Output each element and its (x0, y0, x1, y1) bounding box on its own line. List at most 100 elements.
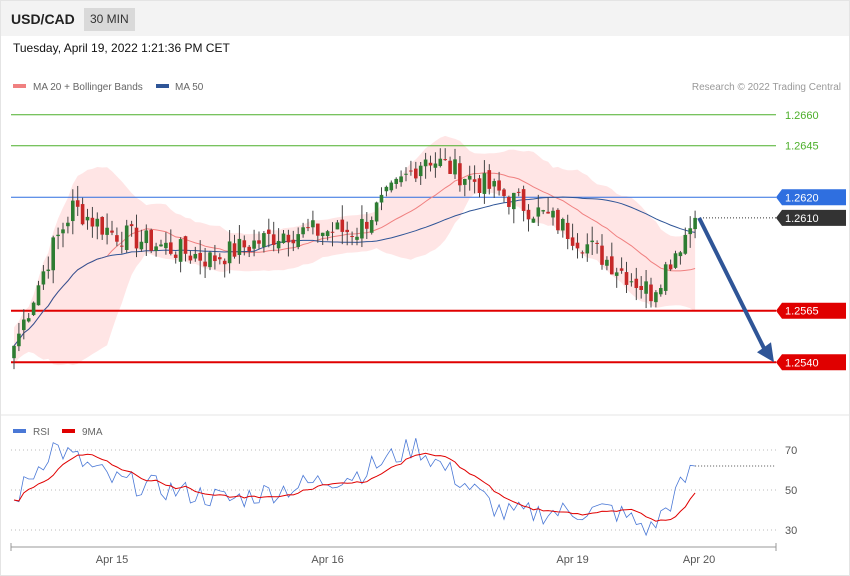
candle-body (580, 252, 585, 254)
candle-body (678, 252, 683, 257)
candle-body (325, 231, 330, 237)
level-label-1.2660: 1.2660 (785, 110, 819, 122)
rsi-legend-label: RSI (33, 427, 50, 438)
rsi-line (13, 438, 696, 537)
candle-body (296, 234, 300, 247)
ma50-legend-swatch (156, 84, 169, 88)
candle-body (350, 236, 354, 238)
candle-body (487, 170, 492, 189)
candle-body (570, 237, 575, 246)
candle-body (379, 194, 384, 203)
rsi-tick-label-50: 50 (785, 485, 797, 497)
candle-body (188, 255, 193, 261)
candle-body (247, 246, 251, 252)
candle-body (22, 319, 26, 331)
candle-body (565, 222, 570, 239)
candle-body (46, 269, 51, 272)
candle-body (340, 219, 345, 232)
candle-body (668, 264, 673, 270)
candle-body (139, 241, 144, 250)
candle-body (399, 176, 403, 183)
candle-body (673, 253, 678, 268)
candle-body (453, 159, 457, 175)
price-chart: 1.2660 1.2645 1.2620 1.2610 1.2565 1.2540 MA … (1, 82, 849, 566)
candle-body (227, 241, 232, 264)
candle-body (271, 234, 276, 245)
candle-body (218, 257, 222, 260)
candle-body (41, 271, 46, 285)
candle-body (75, 200, 80, 207)
candle-body (467, 175, 472, 180)
candle-body (404, 173, 408, 175)
candle-body (428, 162, 433, 166)
candle-body (144, 230, 149, 244)
candle-body (12, 345, 16, 359)
candle-body (105, 227, 109, 235)
candle-body (345, 229, 349, 233)
candle-body (164, 242, 168, 249)
candle-body (80, 204, 85, 225)
forecast-arrow-layer (697, 217, 774, 363)
ma20-legend-swatch (13, 84, 26, 88)
candle-body (551, 210, 555, 218)
candle-body (306, 227, 310, 229)
candle-body (51, 237, 55, 271)
candle-body (526, 209, 531, 220)
level-labels-layer: 1.2660 1.2645 1.2620 1.2610 1.2565 1.2540 (776, 110, 846, 371)
candle-body (208, 252, 212, 268)
x-tick-label-Apr-16: Apr 16 (311, 554, 343, 566)
candle-body (649, 284, 653, 302)
candle-body (541, 210, 545, 212)
bollinger-band-layer (14, 135, 696, 366)
x-axis: Apr 15 Apr 16 Apr 19 Apr 20 (10, 543, 777, 566)
candle-body (663, 264, 668, 291)
rsi-ma9-line (13, 452, 696, 522)
candle-body (237, 238, 242, 255)
candle-body (463, 178, 467, 185)
ma9-legend-label: 9MA (82, 427, 103, 438)
candle-body (66, 222, 70, 227)
candle-body (556, 209, 560, 231)
candle-body (360, 218, 364, 239)
candle-body (31, 302, 36, 316)
candle-body (173, 254, 178, 258)
candle-body (521, 189, 526, 211)
candle-body (600, 245, 604, 265)
candle-body (213, 255, 217, 262)
ma50-legend-label: MA 50 (175, 82, 204, 93)
candle-body (546, 211, 550, 214)
candle-body (443, 159, 447, 161)
candle-body (26, 318, 31, 322)
candle-body (85, 216, 90, 221)
candle-body (365, 221, 369, 229)
candle-body (414, 168, 418, 179)
level-label-1.2610: 1.2610 (785, 213, 819, 225)
candle-body (252, 240, 256, 249)
forecast-arrow-shaft (697, 217, 768, 354)
candle-body (100, 216, 104, 235)
candle-body (389, 182, 394, 191)
candle-body (71, 200, 75, 222)
candle-body (477, 178, 482, 193)
candle-body (575, 242, 580, 249)
candle-body (120, 245, 124, 247)
candle-body (178, 239, 183, 262)
candle-body (335, 222, 340, 230)
candle-body (159, 244, 163, 247)
candle-body (497, 180, 501, 191)
candle-body (693, 217, 697, 230)
candle-body (149, 229, 153, 251)
candle-body (605, 259, 609, 266)
candle-body (267, 229, 271, 234)
x-tick-label-Apr-19: Apr 19 (556, 554, 588, 566)
candle-body (531, 218, 536, 223)
candle-body (203, 261, 207, 267)
candle-body (374, 202, 379, 222)
candle-body (619, 268, 624, 271)
candle-body (134, 227, 139, 249)
level-label-1.2540: 1.2540 (785, 357, 819, 369)
candle-body (56, 234, 60, 237)
candle-body (683, 234, 688, 254)
forecast-arrow-head (757, 342, 774, 363)
candle-body (17, 333, 21, 347)
